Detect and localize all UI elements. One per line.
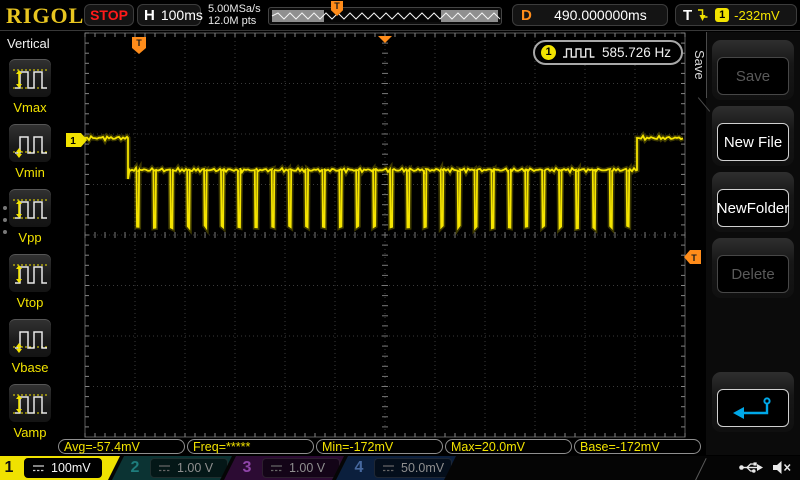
- channel-scale-value: 1.00 V: [289, 461, 326, 475]
- t-label: T: [683, 6, 693, 24]
- left-menu-item-label: Vbase: [11, 360, 49, 375]
- trigger-level-value: -232mV: [734, 7, 780, 23]
- channel-number: 1: [4, 459, 14, 476]
- delete-button[interactable]: Delete: [712, 238, 794, 298]
- usb-icon: [739, 462, 763, 473]
- left-menu-item-vpp[interactable]: Vpp: [0, 188, 60, 245]
- dc-coupling-icon: [33, 464, 44, 471]
- vamp-icon: [13, 394, 47, 414]
- waveform-thumbnail[interactable]: [268, 7, 502, 25]
- channel-number: 2: [130, 459, 140, 476]
- vpp-icon: [13, 199, 47, 219]
- horizontal-ref-marker-icon[interactable]: [378, 36, 392, 43]
- channel-scale-value: 100mV: [51, 461, 91, 475]
- measurement-readout-2: Min=-172mV: [316, 439, 443, 454]
- menu-button-label: New File: [723, 133, 783, 151]
- scope-display[interactable]: T 1 T: [60, 30, 705, 450]
- oscilloscope-screen: RIGOL STOP H 100ms 5.00MSa/s 12.0M pts T…: [0, 0, 800, 480]
- memory-depth: 12.0M pts: [208, 15, 257, 27]
- vmin-icon: [13, 136, 47, 158]
- dc-coupling-icon: [271, 464, 282, 471]
- measurement-readout-0: Avg=-57.4mV: [58, 439, 185, 454]
- speaker-muted-icon: [773, 461, 791, 474]
- vmax-icon: [13, 69, 47, 89]
- left-menu-item-vbase[interactable]: Vbase: [0, 318, 60, 375]
- horizontal-timebase-box[interactable]: H 100ms: [137, 4, 203, 26]
- svg-text:T: T: [691, 253, 697, 263]
- channel-bar-divider: [694, 458, 707, 480]
- channel-number: 4: [354, 459, 364, 476]
- vtop-icon: [13, 264, 47, 284]
- d-label: D: [521, 6, 532, 24]
- left-menu-item-vtop[interactable]: Vtop: [0, 253, 60, 310]
- channel-bar: 1 100mV 2 1.00 V 3 1.00 V 4 50.0mV: [0, 456, 800, 480]
- svg-text:1: 1: [70, 136, 76, 147]
- delay-box[interactable]: D 490.000000ms: [512, 4, 668, 26]
- thumbnail-wave: [271, 10, 501, 22]
- acquisition-info: 5.00MSa/s 12.0M pts: [208, 3, 261, 27]
- vbase-icon: [13, 331, 47, 353]
- channel-scale-value: 1.00 V: [177, 461, 214, 475]
- save-button[interactable]: Save: [712, 40, 794, 100]
- menu-button-label: Save: [735, 67, 771, 85]
- left-menu-item-label: Vmax: [13, 100, 47, 115]
- measurement-readout-4: Base=-172mV: [574, 439, 701, 454]
- new-folder-button[interactable]: NewFolder: [712, 172, 794, 232]
- timebase-value: 100ms: [160, 7, 203, 23]
- measurement-readout-3: Max=20.0mV: [445, 439, 572, 454]
- channel-number: 3: [242, 459, 252, 476]
- measurement-readout-1: Freq=*****: [187, 439, 314, 454]
- falling-edge-icon: [698, 9, 708, 21]
- counter-channel-badge: 1: [541, 45, 556, 60]
- frequency-counter: 1 585.726 Hz: [533, 40, 683, 65]
- left-menu-item-label: Vtop: [16, 295, 44, 310]
- run-state-label: STOP: [90, 7, 128, 23]
- left-menu-item-label: Vamp: [13, 425, 47, 440]
- dc-coupling-icon: [159, 464, 170, 471]
- left-menu-item-label: Vmin: [15, 165, 45, 180]
- sample-rate: 5.00MSa/s: [208, 3, 261, 15]
- delay-value: 490.000000ms: [554, 7, 647, 23]
- left-menu-item-vamp[interactable]: Vamp: [0, 383, 60, 440]
- run-state-badge[interactable]: STOP: [84, 4, 134, 26]
- return-arrow-icon: [733, 397, 771, 419]
- svg-text:T: T: [136, 38, 142, 48]
- counter-frequency-value: 585.726 Hz: [602, 45, 672, 60]
- left-menu-item-label: Vpp: [18, 230, 42, 245]
- left-menu-title: Vertical: [7, 36, 50, 51]
- square-wave-icon: [563, 48, 595, 58]
- menu-tab-label: Save: [692, 50, 707, 80]
- rigol-logo: RIGOL: [6, 3, 85, 28]
- h-label: H: [144, 6, 155, 24]
- menu-tab-border: [706, 32, 707, 98]
- dc-coupling-icon: [383, 464, 394, 471]
- channel-scale-value: 50.0mV: [401, 461, 445, 475]
- trigger-box[interactable]: T 1 -232mV: [675, 4, 797, 26]
- menu-button-label: NewFolder: [716, 199, 790, 217]
- menu-button-label: Delete: [731, 265, 775, 283]
- trigger-position-marker-icon[interactable]: T: [132, 37, 146, 54]
- left-menu-item-vmax[interactable]: Vmax: [0, 58, 60, 115]
- channel-4-status[interactable]: 4 50.0mV: [336, 456, 456, 480]
- channel-1-status[interactable]: 1 100mV: [0, 456, 120, 480]
- left-measure-menu: Vertical Vmax Vmin Vpp Vtop Vbase Vamp: [0, 32, 60, 455]
- back-button[interactable]: [712, 372, 794, 432]
- trigger-level-marker-icon[interactable]: T: [684, 250, 701, 264]
- trigger-source-badge: 1: [715, 8, 730, 22]
- left-menu-item-vmin[interactable]: Vmin: [0, 123, 60, 180]
- new-file-button[interactable]: New File: [712, 106, 794, 166]
